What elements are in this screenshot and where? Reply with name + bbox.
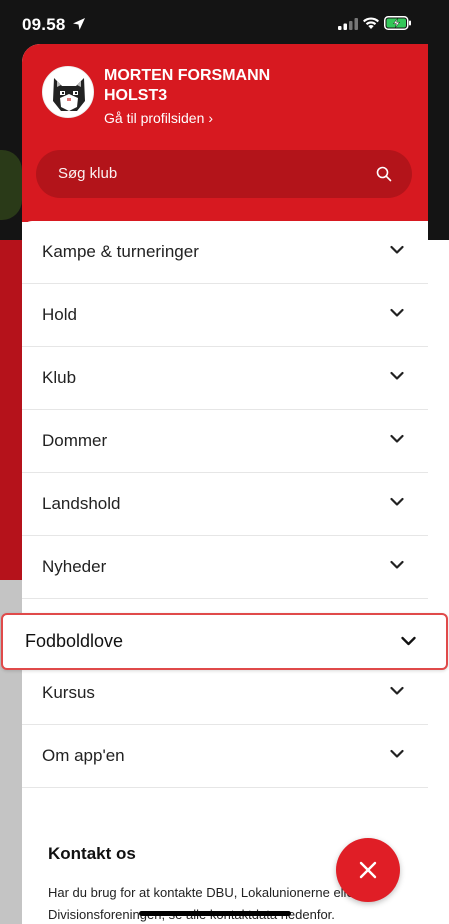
search-input[interactable]: Søg klub: [36, 150, 412, 198]
wifi-icon: [363, 17, 379, 29]
drawer-header: MORTEN FORSMANN HOLST3 Gå til profilside…: [22, 44, 428, 222]
menu-item-label: Dommer: [42, 431, 108, 450]
menu-item-label: Landshold: [42, 494, 121, 513]
menu-item-label: Kursus: [42, 683, 95, 702]
background-image-fragment: [0, 150, 22, 220]
home-indicator[interactable]: [139, 911, 291, 916]
chevron-right-icon: ›: [208, 110, 214, 126]
menu-item-label: Fodboldlove: [25, 631, 124, 651]
menu-item-om-appen[interactable]: Om app'en: [22, 725, 428, 788]
menu-item-label: Hold: [42, 305, 77, 324]
chevron-down-icon[interactable]: [390, 749, 404, 759]
menu-list: Kampe & turneringer Hold Klub Dommer Lan…: [22, 221, 428, 788]
chevron-down-icon[interactable]: [401, 636, 416, 646]
chevron-down-icon[interactable]: [390, 245, 404, 255]
chevron-down-icon[interactable]: [390, 560, 404, 570]
menu-item-klub[interactable]: Klub: [22, 347, 428, 410]
menu-item-label: Nyheder: [42, 557, 107, 576]
cat-avatar-icon[interactable]: [42, 66, 94, 118]
menu-item-kampe-turneringer[interactable]: Kampe & turneringer: [22, 221, 428, 284]
chevron-down-icon[interactable]: [390, 308, 404, 318]
profile-link[interactable]: Gå til profilsiden ›: [104, 110, 213, 126]
battery-charging-icon: [384, 16, 411, 30]
chevron-down-icon[interactable]: [390, 434, 404, 444]
close-icon[interactable]: [359, 861, 377, 879]
search-icon[interactable]: [376, 166, 392, 182]
menu-item-dommer[interactable]: Dommer: [22, 410, 428, 473]
profile-link-label[interactable]: Gå til profilsiden: [104, 110, 204, 126]
chevron-down-icon[interactable]: [390, 497, 404, 507]
menu-item-kursus[interactable]: Kursus: [22, 662, 428, 725]
profile-name: MORTEN FORSMANN HOLST3: [104, 67, 271, 104]
close-button[interactable]: [336, 838, 400, 902]
menu-item-label: Om app'en: [42, 746, 125, 765]
signal-icon: [338, 18, 358, 30]
chevron-down-icon[interactable]: [390, 371, 404, 381]
menu-item-nyheder[interactable]: Nyheder: [22, 536, 428, 599]
menu-item-landshold[interactable]: Landshold: [22, 473, 428, 536]
status-bar: 09.58: [0, 0, 449, 46]
menu-item-label: Klub: [42, 368, 77, 387]
search-placeholder: Søg klub: [58, 165, 118, 182]
menu-item-fodboldlove[interactable]: Fodboldlove: [1, 613, 448, 670]
status-time: 09.58: [22, 15, 66, 34]
location-arrow-icon: [73, 18, 85, 30]
menu-item-label: Kampe & turneringer: [42, 242, 199, 261]
menu-item-hold[interactable]: Hold: [22, 284, 428, 347]
chevron-down-icon[interactable]: [390, 686, 404, 696]
navigation-drawer: MORTEN FORSMANN HOLST3 Gå til profilside…: [22, 44, 428, 924]
background-red-strip: [0, 240, 22, 580]
